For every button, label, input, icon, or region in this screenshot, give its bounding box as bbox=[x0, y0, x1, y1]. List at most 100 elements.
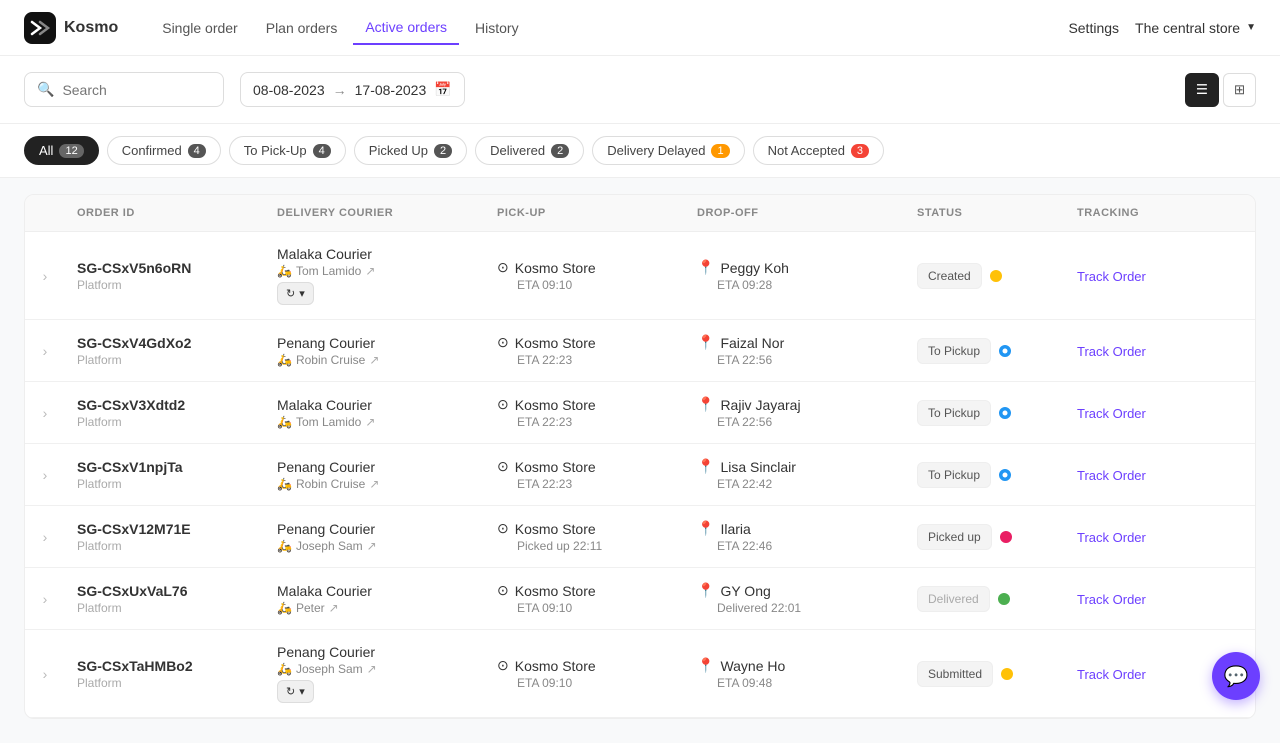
pickup-eta: ETA 22:23 bbox=[497, 353, 673, 367]
dropoff-cell: 📍 Ilaria ETA 22:46 bbox=[685, 520, 905, 553]
pickup-cell: ⊙ Kosmo Store ETA 22:23 bbox=[485, 334, 685, 367]
dropoff-eta: ETA 22:46 bbox=[697, 539, 893, 553]
track-order-link[interactable]: Track Order bbox=[1077, 592, 1146, 607]
order-sub: Platform bbox=[77, 353, 253, 367]
dropoff-name: 📍 Wayne Ho bbox=[697, 657, 893, 674]
track-order-link[interactable]: Track Order bbox=[1077, 344, 1146, 359]
pickup-cell: ⊙ Kosmo Store ETA 09:10 bbox=[485, 582, 685, 615]
external-link-icon[interactable]: ↗ bbox=[365, 415, 375, 429]
dropoff-name: 📍 Lisa Sinclair bbox=[697, 458, 893, 475]
pickup-cell: ⊙ Kosmo Store ETA 09:10 bbox=[485, 259, 685, 292]
courier-person: 🛵 Robin Cruise ↗ bbox=[277, 477, 473, 491]
order-id-cell: SG-CSxUxVaL76 Platform bbox=[65, 583, 265, 615]
pickup-name: ⊙ Kosmo Store bbox=[497, 259, 673, 276]
status-badge: Delivered bbox=[917, 586, 990, 612]
tracking-cell: Track Order bbox=[1065, 343, 1225, 359]
filter-tab-delayed[interactable]: Delivery Delayed 1 bbox=[592, 136, 744, 165]
store-name: The central store bbox=[1135, 20, 1240, 36]
row-SG-CSxV4GdXo2[interactable]: › SG-CSxV4GdXo2 Platform Penang Courier … bbox=[25, 320, 1255, 381]
courier-cell: Malaka Courier 🛵 Tom Lamido ↗ ↻ ▾ bbox=[265, 246, 485, 305]
courier-name: Malaka Courier bbox=[277, 246, 473, 262]
external-link-icon[interactable]: ↗ bbox=[367, 662, 377, 676]
courier-person-icon: 🛵 bbox=[277, 601, 292, 615]
row-expand-icon[interactable]: › bbox=[25, 268, 65, 284]
row-SG-CSxUxVaL76[interactable]: › SG-CSxUxVaL76 Platform Malaka Courier … bbox=[25, 568, 1255, 629]
order-id: SG-CSxTaHMBo2 bbox=[77, 658, 253, 674]
row-SG-CSxTaHMBo2[interactable]: › SG-CSxTaHMBo2 Platform Penang Courier … bbox=[25, 630, 1255, 717]
search-input[interactable] bbox=[62, 82, 211, 98]
settings-link[interactable]: Settings bbox=[1068, 20, 1119, 36]
nav-plan-orders[interactable]: Plan orders bbox=[254, 12, 350, 44]
filter-tab-all[interactable]: All 12 bbox=[24, 136, 99, 165]
sync-button[interactable]: ↻ ▾ bbox=[277, 680, 314, 703]
track-order-link[interactable]: Track Order bbox=[1077, 269, 1146, 284]
external-link-icon[interactable]: ↗ bbox=[369, 353, 379, 367]
order-sub: Platform bbox=[77, 676, 253, 690]
pickup-name: ⊙ Kosmo Store bbox=[497, 334, 673, 351]
row-SG-CSxV5n6oRN[interactable]: › SG-CSxV5n6oRN Platform Malaka Courier … bbox=[25, 232, 1255, 319]
pickup-icon: ⊙ bbox=[497, 458, 509, 475]
track-order-link[interactable]: Track Order bbox=[1077, 406, 1146, 421]
order-id-cell: SG-CSxV1npjTa Platform bbox=[65, 459, 265, 491]
status-badge: To Pickup bbox=[917, 338, 991, 364]
filter-tab-notaccepted[interactable]: Not Accepted 3 bbox=[753, 136, 884, 165]
order-id-cell: SG-CSxV12M71E Platform bbox=[65, 521, 265, 553]
filter-tab-topickup[interactable]: To Pick-Up 4 bbox=[229, 136, 346, 165]
row-SG-CSxV12M71E[interactable]: › SG-CSxV12M71E Platform Penang Courier … bbox=[25, 506, 1255, 567]
row-expand-icon[interactable]: › bbox=[25, 591, 65, 607]
courier-cell: Penang Courier 🛵 Joseph Sam ↗ ↻ ▾ bbox=[265, 644, 485, 703]
external-link-icon[interactable]: ↗ bbox=[369, 477, 379, 491]
track-order-link[interactable]: Track Order bbox=[1077, 667, 1146, 682]
tracking-cell: Track Order bbox=[1065, 467, 1225, 483]
status-badge: Created bbox=[917, 263, 982, 289]
dropoff-name: 📍 Rajiv Jayaraj bbox=[697, 396, 893, 413]
nav-active-orders[interactable]: Active orders bbox=[353, 11, 459, 45]
filter-tab-delivered[interactable]: Delivered 2 bbox=[475, 136, 584, 165]
track-order-link[interactable]: Track Order bbox=[1077, 468, 1146, 483]
dropoff-icon: 📍 bbox=[697, 657, 714, 674]
dropoff-name: 📍 Faizal Nor bbox=[697, 334, 893, 351]
pickup-cell: ⊙ Kosmo Store ETA 09:10 bbox=[485, 657, 685, 690]
table-row: › SG-CSxUxVaL76 Platform Malaka Courier … bbox=[25, 568, 1255, 630]
pickup-name: ⊙ Kosmo Store bbox=[497, 657, 673, 674]
filter-delayed-label: Delivery Delayed bbox=[607, 143, 705, 158]
sync-button[interactable]: ↻ ▾ bbox=[277, 282, 314, 305]
date-range[interactable]: 08-08-2023 → 17-08-2023 📅 bbox=[240, 72, 465, 107]
courier-cell: Penang Courier 🛵 Joseph Sam ↗ bbox=[265, 521, 485, 553]
courier-name: Malaka Courier bbox=[277, 583, 473, 599]
status-dot bbox=[998, 593, 1010, 605]
filter-tab-pickedup[interactable]: Picked Up 2 bbox=[354, 136, 467, 165]
row-expand-icon[interactable]: › bbox=[25, 405, 65, 421]
nav-links: Single order Plan orders Active orders H… bbox=[150, 11, 1036, 45]
filter-all-label: All bbox=[39, 143, 53, 158]
row-SG-CSxV1npjTa[interactable]: › SG-CSxV1npjTa Platform Penang Courier … bbox=[25, 444, 1255, 505]
courier-name: Penang Courier bbox=[277, 644, 473, 660]
store-selector[interactable]: The central store ▼ bbox=[1135, 20, 1256, 36]
tracking-cell: Track Order bbox=[1065, 405, 1225, 421]
grid-view-button[interactable]: ⊞ bbox=[1223, 73, 1256, 107]
row-expand-icon[interactable]: › bbox=[25, 666, 65, 682]
row-expand-icon[interactable]: › bbox=[25, 343, 65, 359]
chat-button[interactable]: 💬 bbox=[1212, 652, 1260, 700]
order-id-cell: SG-CSxTaHMBo2 Platform bbox=[65, 658, 265, 690]
nav-single-order[interactable]: Single order bbox=[150, 12, 250, 44]
list-view-button[interactable]: ☰ bbox=[1185, 73, 1219, 107]
courier-person: 🛵 Peter ↗ bbox=[277, 601, 473, 615]
search-icon: 🔍 bbox=[37, 81, 54, 98]
status-cell: Created bbox=[905, 263, 1065, 289]
nav-history[interactable]: History bbox=[463, 12, 531, 44]
tracking-cell: Track Order bbox=[1065, 666, 1225, 682]
table-row: › SG-CSxV4GdXo2 Platform Penang Courier … bbox=[25, 320, 1255, 382]
track-order-link[interactable]: Track Order bbox=[1077, 530, 1146, 545]
filter-tab-confirmed[interactable]: Confirmed 4 bbox=[107, 136, 221, 165]
row-SG-CSxV3Xdtd2[interactable]: › SG-CSxV3Xdtd2 Platform Malaka Courier … bbox=[25, 382, 1255, 443]
pickup-icon: ⊙ bbox=[497, 396, 509, 413]
status-cell: Delivered bbox=[905, 586, 1065, 612]
pickup-eta: Picked up 22:11 bbox=[497, 539, 673, 553]
external-link-icon[interactable]: ↗ bbox=[329, 601, 339, 615]
sync-icon: ↻ bbox=[286, 287, 295, 300]
row-expand-icon[interactable]: › bbox=[25, 467, 65, 483]
external-link-icon[interactable]: ↗ bbox=[365, 264, 375, 278]
row-expand-icon[interactable]: › bbox=[25, 529, 65, 545]
external-link-icon[interactable]: ↗ bbox=[367, 539, 377, 553]
